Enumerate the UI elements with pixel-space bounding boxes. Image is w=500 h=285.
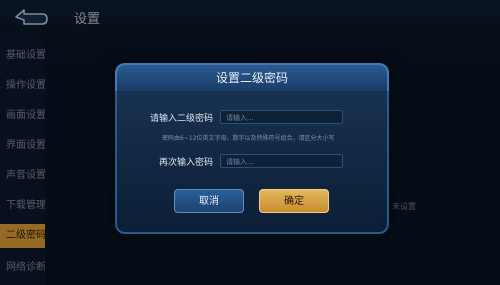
confirm-password-input[interactable]: 请输入...: [220, 154, 343, 168]
confirm-button[interactable]: 确定: [259, 189, 329, 213]
password-input[interactable]: 请输入...: [220, 110, 343, 124]
confirm-password-label: 再次输入密码: [159, 158, 214, 168]
dialog-header: 设置二级密码: [115, 63, 389, 91]
set-password-dialog: 设置二级密码 请输入二级密码 请输入... 密码由6~12位英文字母、数字以及特…: [115, 63, 389, 234]
password-label: 请输入二级密码: [150, 114, 214, 124]
password-rules-hint: 密码由6~12位英文字母、数字以及特殊符号组合，请区分大小写: [162, 135, 335, 142]
settings-screen: 设置 基础设置 操作设置 画面设置 界面设置 声音设置 下载管理 二级密码 网络…: [0, 0, 500, 285]
dialog-title: 设置二级密码: [215, 71, 288, 85]
cancel-button[interactable]: 取消: [174, 189, 244, 213]
